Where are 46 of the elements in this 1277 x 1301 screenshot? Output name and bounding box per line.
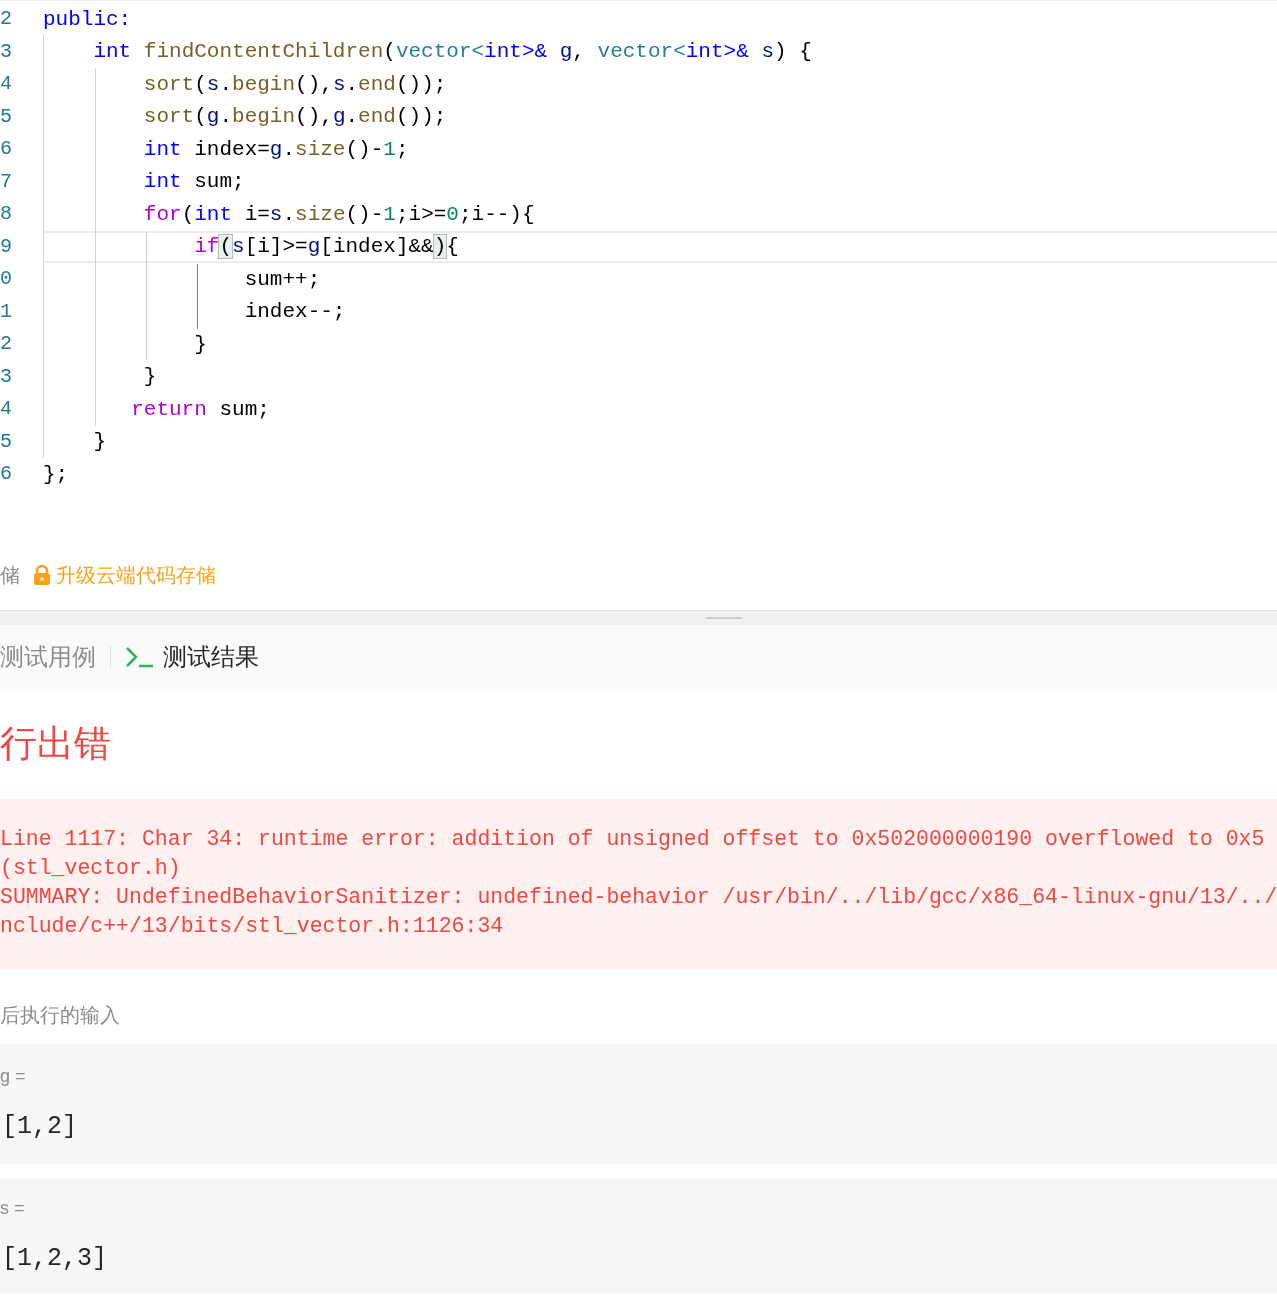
code-line: } <box>193 331 207 358</box>
error-text: SUMMARY: UndefinedBehaviorSanitizer: undefined-behavior /usr/bin/../lib/gcc/x86_64-linux-gnu/13/../ <box>0 884 1277 911</box>
line-number: 4 <box>0 71 13 98</box>
line-number: 6 <box>0 136 13 163</box>
line-number: 8 <box>0 201 13 228</box>
line-number: 0 <box>0 266 13 293</box>
line-number: 2 <box>0 331 13 358</box>
input-name: g = <box>0 1064 27 1088</box>
code-line: } <box>142 364 157 390</box>
code-line: sort(s.begin(),s.end()); <box>142 71 447 98</box>
code-line: if(s[i]>=g[index]&&){ <box>193 234 459 260</box>
code-line: int sum; <box>142 169 245 195</box>
line-number: 3 <box>0 38 13 65</box>
code-line: index--; <box>243 299 346 325</box>
line-number: 5 <box>0 428 13 455</box>
line-number: 2 <box>0 6 13 33</box>
line-number: 6 <box>0 461 13 488</box>
code-line: sort(g.begin(),g.end()); <box>142 104 447 130</box>
input-name: s = <box>0 1197 26 1221</box>
code-line: sum++; <box>243 266 321 293</box>
tab[interactable]: 测试用例 <box>0 639 96 675</box>
line-number: 5 <box>0 103 13 130</box>
result-status: 行出错 <box>0 722 111 767</box>
line-number: 7 <box>0 168 13 195</box>
error-text: (stl_vector.h) <box>0 855 182 882</box>
upgrade-link[interactable]: 升级云端代码存储 <box>32 560 216 590</box>
terminal-icon <box>125 646 155 668</box>
error-text: nclude/c++/13/bits/stl_vector.h:1126:34 <box>0 913 505 940</box>
code-line: int index=g.size()-1; <box>142 136 409 163</box>
input-value: [1,2] <box>1 1110 78 1143</box>
error-text: Line 1117: Char 34: runtime error: addition of unsigned offset to 0x502000000190 overflowed to 0x5 <box>0 826 1266 853</box>
section-label: 后执行的输入 <box>0 1002 120 1028</box>
storage-label: 储 <box>0 563 20 588</box>
code-line: }; <box>43 461 69 488</box>
code-line: public: <box>43 6 132 33</box>
code-line: for(int i=s.size()-1;i>=0;i--){ <box>142 201 535 228</box>
code-line: int findContentChildren(vector<int>& g, vector<int>& s) { <box>92 39 812 65</box>
tab[interactable]: 测试结果 <box>125 639 259 675</box>
line-number: 3 <box>0 363 13 390</box>
code-line: return sum; <box>130 396 270 423</box>
line-number: 1 <box>0 298 13 325</box>
input-value: [1,2,3] <box>1 1243 109 1276</box>
code-line: } <box>92 429 106 455</box>
line-number: 4 <box>0 396 13 423</box>
lock-icon <box>32 564 52 586</box>
line-number: 9 <box>0 233 13 260</box>
